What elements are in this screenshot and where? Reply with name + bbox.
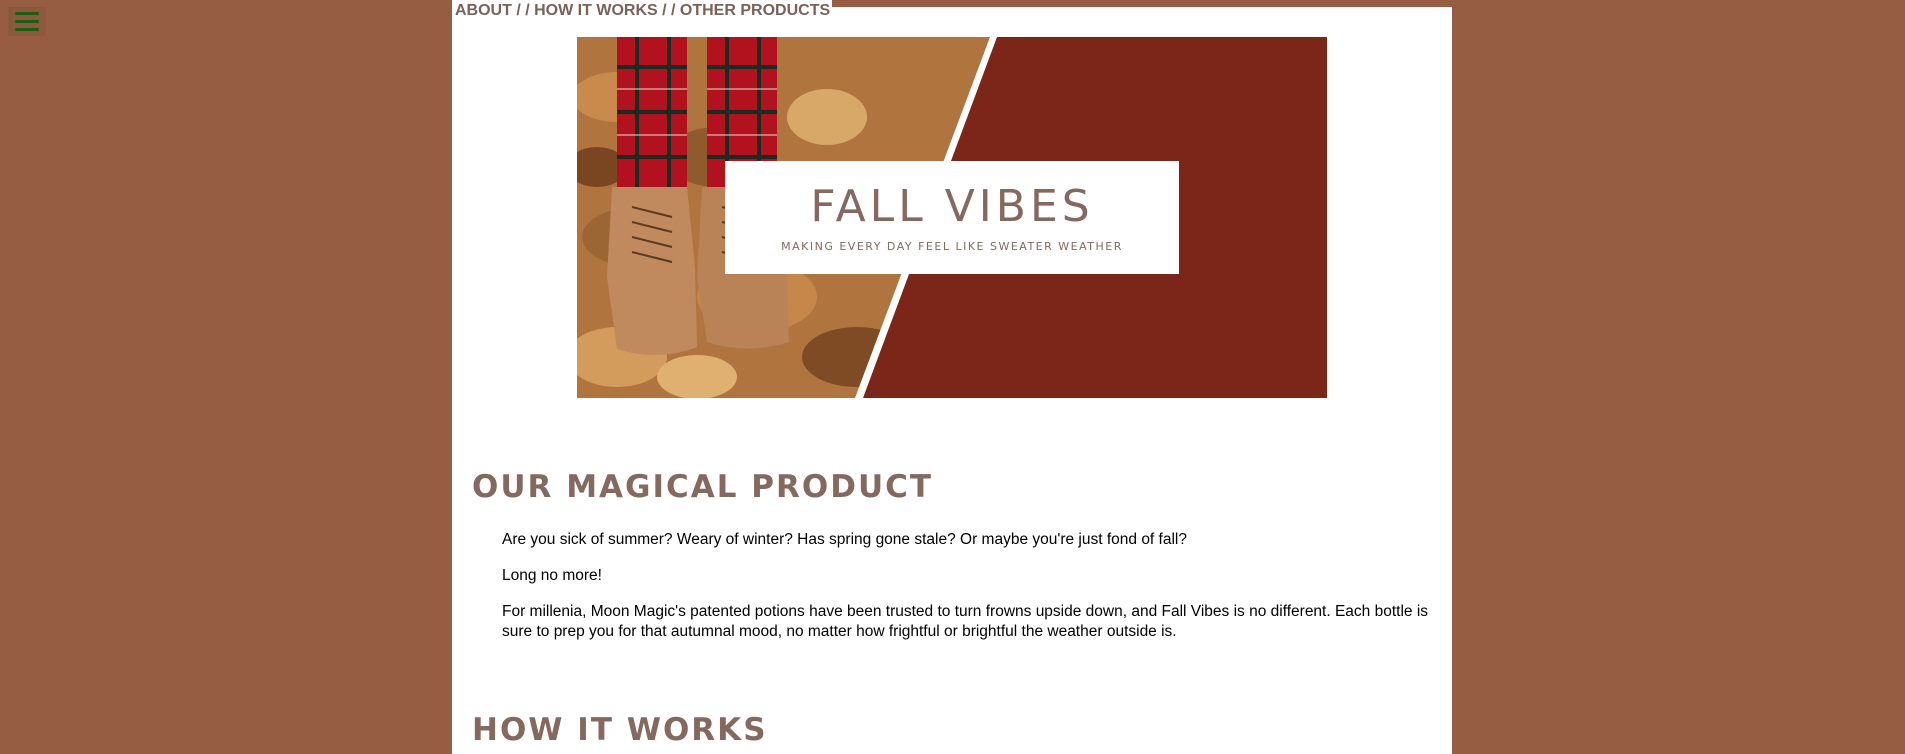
banner-title-box: FALL VIBES MAKING EVERY DAY FEEL LIKE SW…: [725, 161, 1179, 274]
menu-icon-bar: [15, 20, 39, 23]
page-content: FALL VIBES MAKING EVERY DAY FEEL LIKE SW…: [452, 7, 1452, 754]
product-paragraph: Are you sick of summer? Weary of winter?…: [502, 531, 1187, 548]
section-heading-how-it-works: HOW IT WORKS: [472, 712, 768, 748]
top-nav: ABOUT / / HOW IT WORKS / / OTHER PRODUCT…: [452, 0, 832, 24]
nav-separator: / /: [511, 2, 535, 19]
banner-title: FALL VIBES: [810, 181, 1094, 232]
product-paragraph: Long no more!: [502, 567, 602, 584]
hero-banner: FALL VIBES MAKING EVERY DAY FEEL LIKE SW…: [577, 37, 1327, 398]
nav-link-about[interactable]: ABOUT: [455, 2, 512, 19]
menu-icon-bar: [15, 28, 39, 31]
banner-subtitle: MAKING EVERY DAY FEEL LIKE SWEATER WEATH…: [781, 240, 1123, 253]
nav-separator: / /: [657, 2, 680, 19]
product-paragraph: For millenia, Moon Magic's patented poti…: [502, 603, 1429, 640]
hamburger-menu-button[interactable]: [8, 7, 46, 36]
nav-link-other-products[interactable]: OTHER PRODUCTS: [680, 2, 830, 19]
menu-icon-bar: [15, 12, 39, 15]
nav-link-how-it-works[interactable]: HOW IT WORKS: [534, 2, 658, 19]
section-heading-product: OUR MAGICAL PRODUCT: [472, 469, 934, 505]
